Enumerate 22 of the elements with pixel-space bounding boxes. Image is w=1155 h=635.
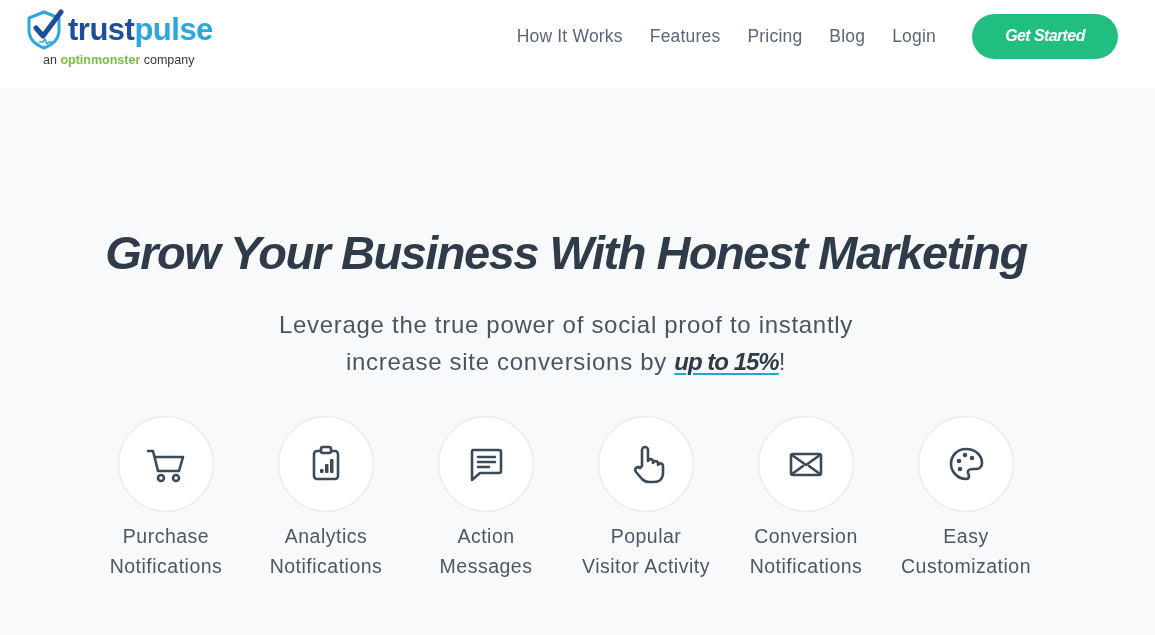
feature-label: Popular Visitor Activity: [582, 524, 710, 579]
clipboard-chart-icon: [278, 416, 374, 512]
feature-label: Action Messages: [439, 524, 533, 579]
logo-tagline: an optinmonster company: [43, 53, 196, 67]
hero-heading: Grow Your Business With Honest Marketing: [105, 225, 1027, 281]
pointing-hand-icon: [598, 416, 694, 512]
shield-check-logo-icon: [25, 9, 65, 51]
envelope-icon: [758, 416, 854, 512]
nav-link[interactable]: Pricing: [747, 25, 803, 47]
cart-icon: [118, 416, 214, 512]
palette-icon: [918, 416, 1014, 512]
feature-label: Analytics Notifications: [269, 524, 383, 579]
feature-label: Conversion Notifications: [749, 524, 863, 579]
nav-link[interactable]: Login: [892, 25, 936, 47]
feature-label: Purchase Notifications: [109, 524, 223, 579]
hero-subtitle: Leverage the true power of social proof to instantly increase site conversions by up to 15%!: [278, 310, 853, 377]
nav-link[interactable]: Features: [649, 25, 721, 47]
nav-link[interactable]: How It Works: [516, 25, 623, 47]
feature-label: Easy Customization: [900, 524, 1032, 579]
nav-link[interactable]: Blog: [829, 25, 866, 47]
logo-wordmark[interactable]: trustpulse: [68, 12, 213, 48]
chat-bubble-icon: [438, 416, 534, 512]
